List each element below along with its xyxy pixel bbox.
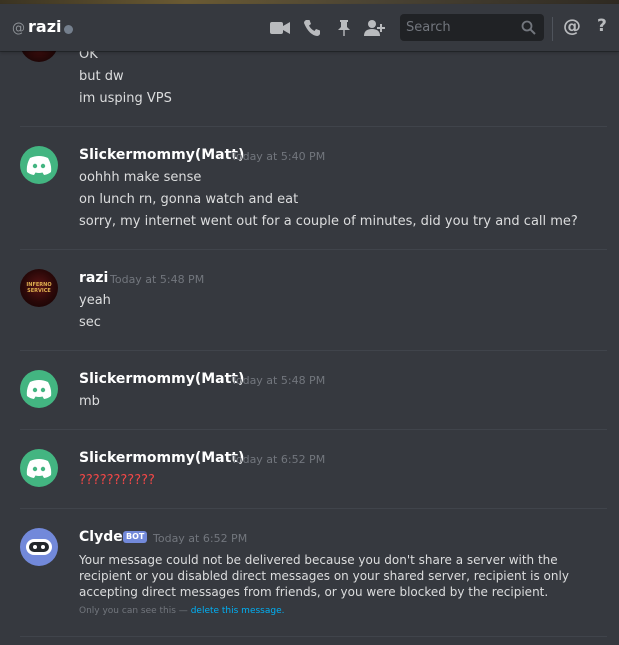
message-divider: [20, 429, 607, 430]
avatar-text: INFERNO SERVICE: [26, 282, 52, 294]
message-divider: [20, 636, 607, 637]
message-timestamp: Today at 5:48 PM: [231, 374, 326, 387]
message-line: oohhh make sense: [79, 170, 202, 185]
channel-name[interactable]: razi: [28, 17, 61, 36]
message-line: but dw: [79, 69, 124, 84]
message-divider: [20, 508, 607, 509]
message-list: OK but dw im usping VPS Slickermommy(Mat…: [0, 0, 619, 645]
video-call-icon[interactable]: [269, 17, 291, 39]
message-timestamp: Today at 6:52 PM: [153, 532, 248, 545]
header-divider: [552, 17, 553, 41]
message-timestamp: Today at 5:48 PM: [110, 273, 205, 286]
search-icon[interactable]: [521, 20, 536, 35]
help-icon[interactable]: ?: [597, 16, 607, 36]
message-line: yeah: [79, 293, 111, 308]
message-line: im usping VPS: [79, 91, 172, 106]
system-message-text: Your message could not be delivered beca…: [79, 553, 569, 599]
channel-header: @ razi @ ?: [0, 4, 619, 51]
pin-icon[interactable]: [333, 17, 355, 39]
message-divider: [20, 249, 607, 250]
message-line: sorry, my internet went out for a couple…: [79, 214, 578, 229]
mentions-icon[interactable]: @: [563, 16, 581, 37]
message-author[interactable]: razi: [79, 270, 108, 286]
discord-logo-icon: [26, 380, 52, 399]
user-avatar-slickermommy[interactable]: [20, 146, 58, 184]
message-timestamp: Today at 6:52 PM: [231, 453, 326, 466]
message-line: mb: [79, 394, 100, 409]
user-avatar-slickermommy[interactable]: [20, 370, 58, 408]
message-timestamp: Today at 5:40 PM: [231, 150, 326, 163]
ephemeral-notice: Only you can see this — delete this mess…: [79, 606, 285, 616]
message-divider: [20, 350, 607, 351]
status-offline-icon: [64, 25, 73, 34]
message-author[interactable]: Slickermommy(Matt): [79, 147, 244, 163]
message-line: ???????????: [79, 473, 155, 488]
search-input[interactable]: [400, 14, 522, 41]
delete-message-link[interactable]: delete this message.: [191, 606, 285, 616]
message-author[interactable]: Slickermommy(Matt): [79, 450, 244, 466]
bot-tag: BOT: [123, 531, 148, 543]
clyde-bot-icon: [26, 539, 52, 555]
discord-logo-icon: [26, 156, 52, 175]
message-author[interactable]: Clyde: [79, 529, 123, 545]
discord-logo-icon: [26, 459, 52, 478]
search-bar: [400, 14, 544, 41]
message-author[interactable]: Slickermommy(Matt): [79, 371, 244, 387]
clyde-avatar[interactable]: [20, 528, 58, 566]
dm-at-symbol: @: [12, 21, 25, 36]
message-line: sec: [79, 315, 101, 330]
ephemeral-notice-text: Only you can see this —: [79, 606, 188, 616]
message-divider: [20, 126, 607, 127]
message-line: on lunch rn, gonna watch and eat: [79, 192, 299, 207]
voice-call-icon[interactable]: [301, 17, 323, 39]
add-member-icon[interactable]: [364, 17, 386, 39]
user-avatar-slickermommy[interactable]: [20, 449, 58, 487]
user-avatar-razi[interactable]: INFERNO SERVICE: [20, 269, 58, 307]
